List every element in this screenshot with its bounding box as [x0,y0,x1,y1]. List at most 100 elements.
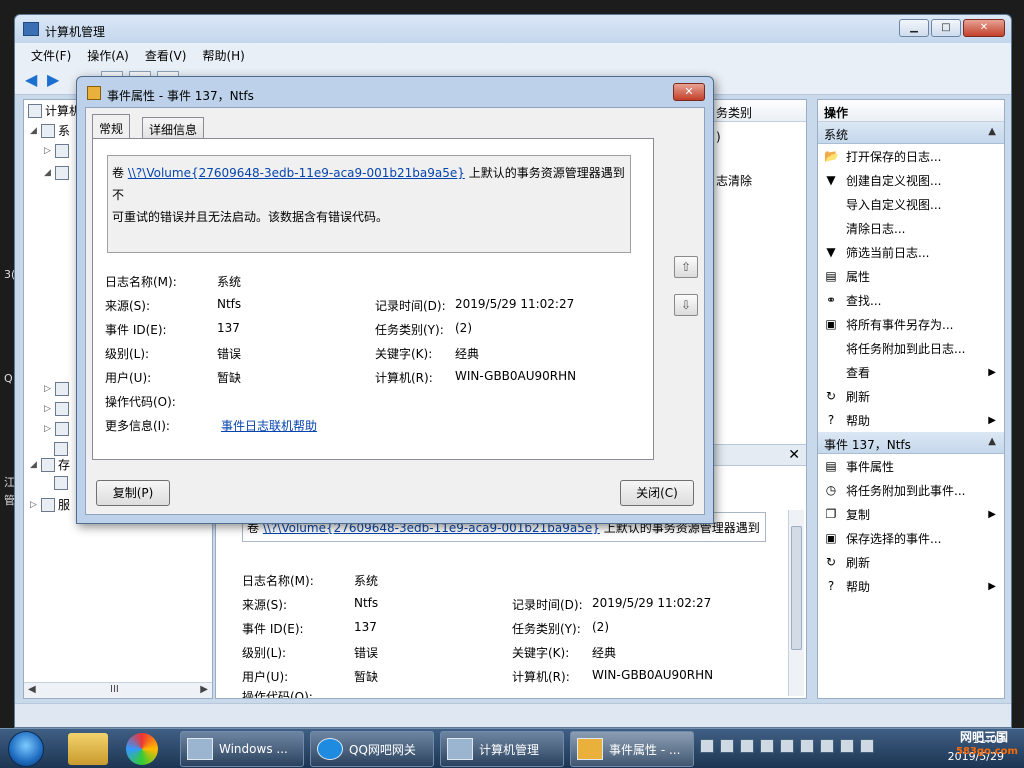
action-item[interactable]: ◷ 将任务附加到此事件... [818,478,1004,502]
settings-icon[interactable] [840,739,854,753]
clock-app-icon[interactable] [800,739,814,753]
collapse-icon[interactable]: ▲ [988,126,996,137]
tab-general[interactable]: 常规 [92,114,131,138]
blank-icon [824,197,838,211]
expand-triangle-icon[interactable]: ◢ [30,126,38,136]
dialog-close-button[interactable]: ✕ [673,83,705,101]
value-computer: WIN-GBB0AU90RHN [455,369,577,383]
expand-triangle-icon[interactable]: ◢ [44,168,52,178]
check-icon[interactable] [820,739,834,753]
menu-view[interactable]: 查看(V) [139,45,193,66]
copy-button[interactable]: 复制(P) [96,480,170,506]
action-item[interactable]: ❐ 复制 ▶ [818,502,1004,526]
action-item[interactable]: 导入自定义视图... [818,192,1004,216]
label-more-info: 更多信息(I): [105,419,170,433]
shield-icon[interactable] [780,739,794,753]
browser-icon[interactable] [126,733,158,765]
action-item-label: 将所有事件另存为... [846,317,954,332]
tree-item[interactable]: ▷ [44,144,69,158]
action-item[interactable]: ? 帮助 ▶ [818,408,1004,432]
tree-horizontal-scrollbar[interactable]: ◀ III ▶ [24,682,212,698]
explorer-icon[interactable] [68,733,108,765]
tree-item-system[interactable]: ◢ 系 [30,122,70,139]
value-task-category: (2) [455,321,472,335]
collapse-triangle-icon[interactable]: ▷ [44,404,52,414]
scroll-thumb-grip[interactable]: III [110,684,119,695]
taskbar-task-event-properties[interactable]: 事件属性 - ... [570,731,694,767]
action-item[interactable]: ▤ 属性 [818,264,1004,288]
minimize-button[interactable]: ▁ [899,19,929,37]
action-item[interactable]: 清除日志... [818,216,1004,240]
volume-icon[interactable] [860,739,874,753]
maximize-button[interactable]: □ [931,19,961,37]
tree-item[interactable]: ▷ [44,402,69,416]
collapse-triangle-icon[interactable]: ▷ [30,500,38,510]
actions-section-system[interactable]: 系统 ▲ [818,122,1004,144]
close-icon[interactable]: ✕ [788,447,800,463]
next-event-button[interactable]: ⇩ [674,294,698,316]
computer-management-icon [447,738,473,760]
tree-item-storage[interactable]: ◢ 存 [30,456,70,473]
menu-help[interactable]: 帮助(H) [196,45,250,66]
collapse-triangle-icon[interactable]: ▷ [44,424,52,434]
dialog-titlebar[interactable]: 事件属性 - 事件 137，Ntfs ✕ [77,77,713,107]
action-item[interactable]: ↻ 刷新 [818,550,1004,574]
tree-item[interactable]: ▷ [44,422,69,436]
taskbar-task-windows[interactable]: Windows ... [180,731,304,767]
tree-item[interactable]: ◢ [44,166,69,180]
value-event-id: 137 [217,321,240,335]
menu-action[interactable]: 操作(A) [81,45,135,66]
lan-icon[interactable] [740,739,754,753]
list-item-fragment: ) [716,130,721,144]
action-item[interactable]: 将任务附加到此日志... [818,336,1004,360]
tree-item[interactable] [54,442,68,456]
network-icon[interactable] [720,739,734,753]
action-item[interactable]: ▼ 筛选当前日志... [818,240,1004,264]
action-item-label: 帮助 [846,413,871,428]
tree-item[interactable] [54,476,68,490]
tree-item-services[interactable]: ▷ 服 [30,496,70,513]
dialog-close-action-button[interactable]: 关闭(C) [620,480,694,506]
tree-item-root[interactable]: 计算机 [28,102,81,119]
taskbar-task-qq-gateway[interactable]: QQ网吧网关 [310,731,434,767]
tab-details[interactable]: 详细信息 [142,117,205,138]
action-item[interactable]: ▤ 事件属性 [818,454,1004,478]
scroll-thumb[interactable] [791,526,802,650]
forward-arrow-icon[interactable]: ▶ [47,72,65,88]
back-arrow-icon[interactable]: ◀ [25,72,43,88]
save-icon: ▣ [825,531,837,545]
detail-vertical-scrollbar[interactable] [788,510,804,696]
action-item[interactable]: ↻ 刷新 [818,384,1004,408]
close-button[interactable]: ✕ [963,19,1005,37]
action-item-label: 导入自定义视图... [846,197,942,212]
action-item[interactable]: ▣ 保存选择的事件... [818,526,1004,550]
start-button[interactable] [8,731,44,767]
disk-management-icon [54,476,68,490]
action-item[interactable]: ? 帮助 ▶ [818,574,1004,598]
action-item[interactable]: ▣ 将所有事件另存为... [818,312,1004,336]
tray-app-icon[interactable] [760,739,774,753]
taskbar-task-computer-management[interactable]: 计算机管理 [440,731,564,767]
action-item[interactable]: 查看 ▶ [818,360,1004,384]
action-item[interactable]: ⚭ 查找... [818,288,1004,312]
value-computer: WIN-GBB0AU90RHN [592,668,714,682]
menu-file[interactable]: 文件(F) [25,45,77,66]
action-item[interactable]: ▼ 创建自定义视图... [818,168,1004,192]
scroll-left-icon[interactable]: ◀ [28,684,36,695]
action-item-label: 事件属性 [846,459,895,474]
collapse-triangle-icon[interactable]: ▷ [44,146,52,156]
column-task-category[interactable]: 务类别 [716,104,752,121]
services-icon [41,497,55,512]
collapse-icon[interactable]: ▲ [988,436,996,447]
main-titlebar[interactable]: 计算机管理 ▁ □ ✕ [15,15,1011,43]
actions-section-event[interactable]: 事件 137，Ntfs ▲ [818,432,1004,454]
previous-event-button[interactable]: ⇧ [674,256,698,278]
collapse-triangle-icon[interactable]: ▷ [44,384,52,394]
event-log-online-help-link[interactable]: 事件日志联机帮助 [221,417,317,434]
keyboard-icon[interactable] [700,739,714,753]
expand-triangle-icon[interactable]: ◢ [30,460,38,470]
scroll-right-icon[interactable]: ▶ [200,684,208,695]
tree-item[interactable]: ▷ [44,382,69,396]
volume-link[interactable]: \\?\Volume{27609648-3edb-11e9-aca9-001b2… [128,166,465,180]
action-item[interactable]: 📂 打开保存的日志... [818,144,1004,168]
